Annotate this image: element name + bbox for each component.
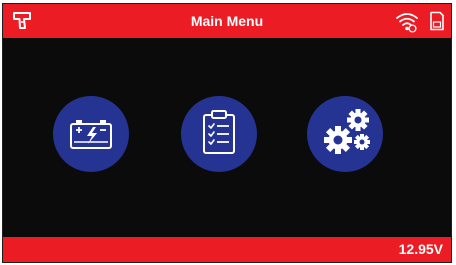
battery-test-icon: [70, 120, 112, 149]
clipboard-checklist-icon: [203, 110, 235, 154]
screen: Main Menu 12.95V: [2, 3, 452, 263]
header-bar: Main Menu: [3, 4, 451, 38]
gears-settings-icon: [324, 109, 370, 154]
page-title: Main Menu: [190, 13, 264, 29]
wifi-icon[interactable]: [395, 11, 419, 33]
sd-card-icon[interactable]: [429, 11, 445, 31]
menu-area: [3, 38, 451, 237]
status-bar: 12.95V: [3, 237, 451, 262]
battery-voltage-readout: 12.95V: [398, 241, 443, 257]
device-frame: Main Menu 12.95V: [0, 0, 456, 265]
battery-test-button[interactable]: [53, 96, 129, 172]
settings-button[interactable]: [307, 96, 383, 172]
test-results-button[interactable]: [181, 96, 257, 172]
